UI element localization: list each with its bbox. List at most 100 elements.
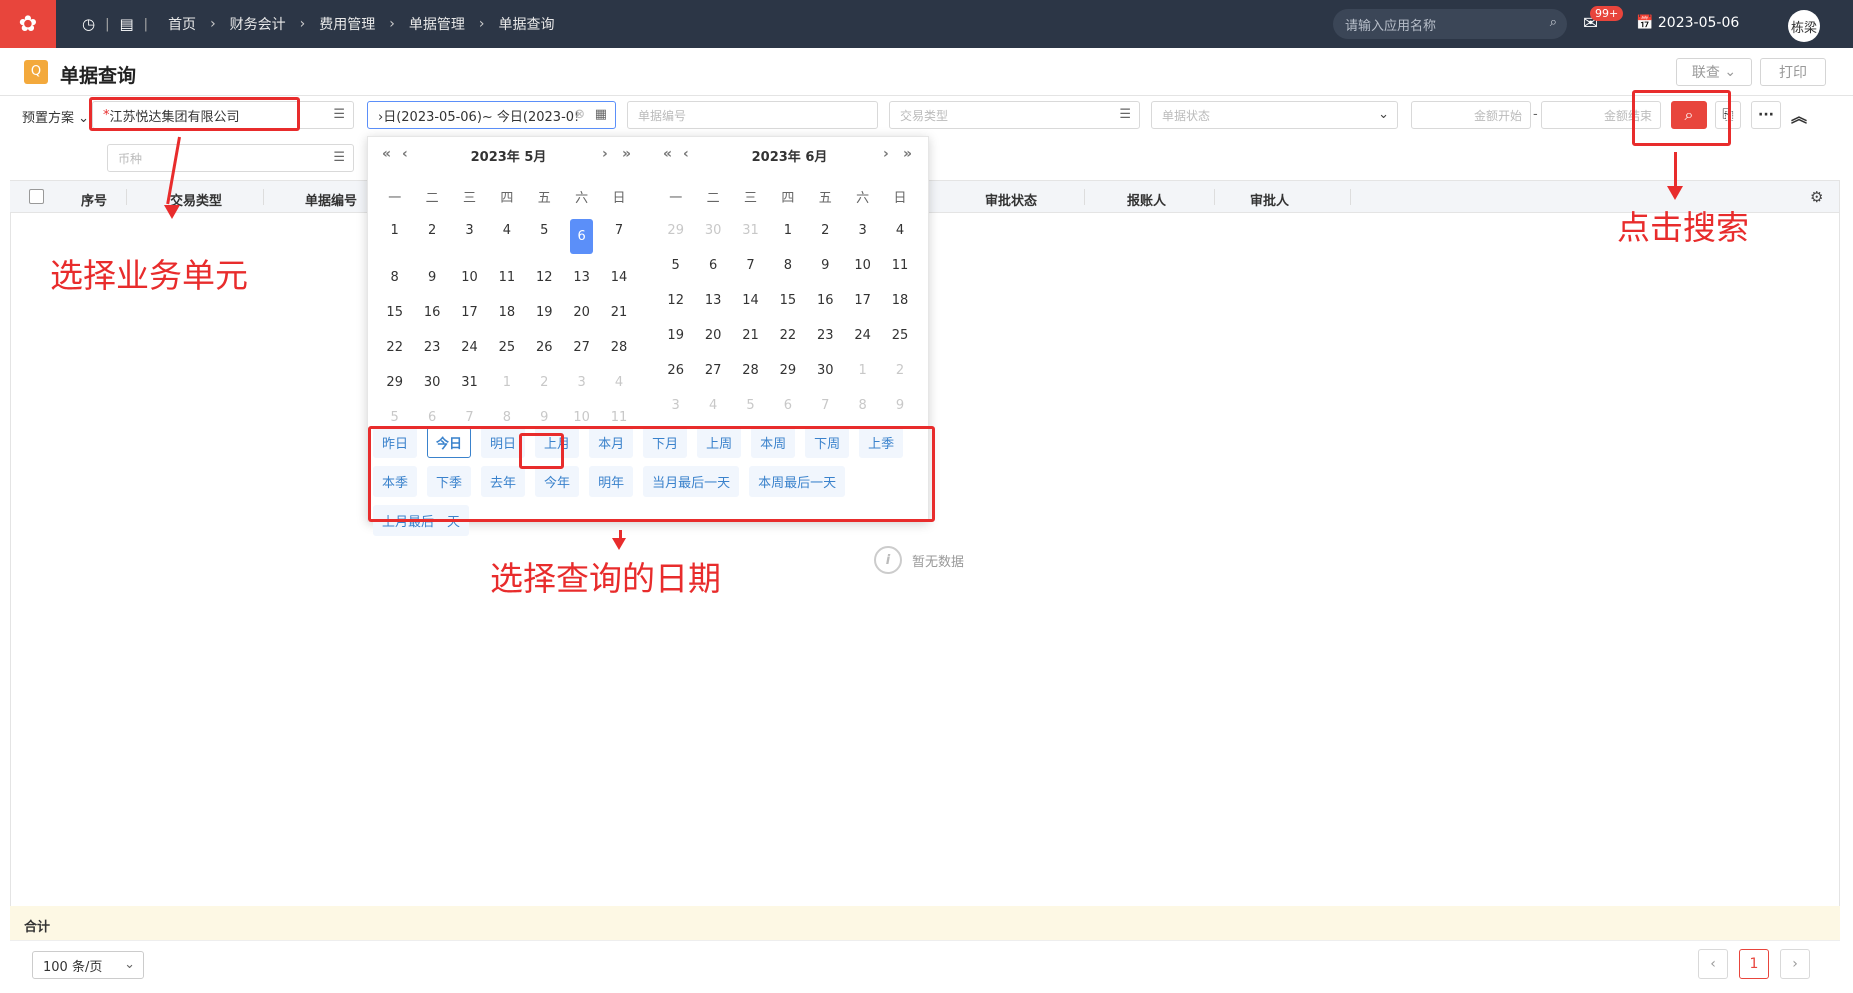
app-logo-icon[interactable]: ✿ <box>0 0 56 48</box>
day-cell[interactable]: 1 <box>769 213 806 248</box>
day-cell[interactable]: 27 <box>563 330 600 365</box>
day-cell[interactable]: 18 <box>881 283 918 318</box>
day-cell[interactable]: 9 <box>881 388 918 423</box>
day-cell[interactable]: 5 <box>732 388 769 423</box>
day-cell[interactable]: 29 <box>657 213 694 248</box>
day-cell[interactable]: 26 <box>657 353 694 388</box>
day-cell[interactable]: 6 <box>569 219 594 254</box>
day-cell[interactable]: 8 <box>769 248 806 283</box>
day-cell[interactable]: 8 <box>844 388 881 423</box>
day-cell[interactable]: 11 <box>881 248 918 283</box>
day-cell[interactable]: 1 <box>844 353 881 388</box>
day-cell[interactable]: 1 <box>488 365 525 400</box>
col-index[interactable]: 序号 <box>81 190 107 209</box>
day-cell[interactable]: 4 <box>488 213 525 248</box>
day-cell[interactable]: 3 <box>844 213 881 248</box>
day-cell[interactable]: 2 <box>881 353 918 388</box>
day-cell[interactable]: 8 <box>376 260 413 295</box>
day-cell[interactable]: 16 <box>413 295 450 330</box>
page-1-button[interactable]: 1 <box>1739 949 1769 979</box>
breadcrumb-doc-mgmt[interactable]: 单据管理 <box>409 14 465 34</box>
document-icon[interactable]: ▤ <box>119 15 133 33</box>
day-cell[interactable]: 14 <box>732 283 769 318</box>
amount-start-input[interactable]: 金额开始 <box>1411 101 1531 129</box>
day-cell[interactable]: 30 <box>694 213 731 248</box>
day-cell[interactable]: 3 <box>563 365 600 400</box>
page-size-select[interactable]: 100 条/页 ⌄ <box>32 951 144 979</box>
day-cell[interactable]: 10 <box>451 260 488 295</box>
day-cell[interactable]: 13 <box>694 283 731 318</box>
doc-number-input[interactable]: 单据编号 <box>627 101 878 129</box>
calendar-icon[interactable]: ▦ <box>595 107 607 122</box>
doc-status-select[interactable]: 单据状态 ⌄ <box>1151 101 1398 129</box>
day-cell[interactable]: 2 <box>526 365 563 400</box>
day-cell[interactable]: 12 <box>657 283 694 318</box>
day-cell[interactable]: 25 <box>488 330 525 365</box>
day-cell[interactable]: 13 <box>563 260 600 295</box>
day-cell[interactable]: 27 <box>694 353 731 388</box>
day-cell[interactable]: 24 <box>844 318 881 353</box>
day-cell[interactable]: 19 <box>526 295 563 330</box>
day-cell[interactable]: 29 <box>376 365 413 400</box>
day-cell[interactable]: 11 <box>488 260 525 295</box>
trans-type-field[interactable]: 交易类型 ☰ <box>889 101 1140 129</box>
day-cell[interactable]: 15 <box>376 295 413 330</box>
day-cell[interactable]: 17 <box>844 283 881 318</box>
currency-field[interactable]: 币种 ☰ <box>107 144 354 172</box>
print-button[interactable]: 打印 <box>1760 58 1826 86</box>
col-reporter[interactable]: 报账人 <box>1127 190 1166 209</box>
day-cell[interactable]: 25 <box>881 318 918 353</box>
day-cell[interactable]: 10 <box>844 248 881 283</box>
prev-month-icon[interactable]: ‹ <box>402 146 408 162</box>
day-cell[interactable]: 5 <box>657 248 694 283</box>
clear-icon[interactable]: ⊗ <box>574 107 585 122</box>
day-cell[interactable]: 23 <box>807 318 844 353</box>
next-page-button[interactable]: › <box>1780 949 1810 979</box>
day-cell[interactable]: 21 <box>732 318 769 353</box>
list-icon[interactable]: ☰ <box>333 150 345 165</box>
day-cell[interactable]: 16 <box>807 283 844 318</box>
day-cell[interactable]: 9 <box>413 260 450 295</box>
search-icon[interactable]: ⌕ <box>1550 15 1557 30</box>
prev-year-icon[interactable]: « <box>663 146 672 162</box>
day-cell[interactable]: 28 <box>600 330 637 365</box>
day-cell[interactable]: 15 <box>769 283 806 318</box>
day-cell[interactable]: 24 <box>451 330 488 365</box>
more-button[interactable]: ··· <box>1751 101 1781 129</box>
select-all-checkbox[interactable] <box>29 189 44 204</box>
column-settings-icon[interactable]: ⚙ <box>1810 188 1823 206</box>
day-cell[interactable]: 22 <box>769 318 806 353</box>
list-icon[interactable]: ☰ <box>1119 107 1131 122</box>
day-cell[interactable]: 4 <box>881 213 918 248</box>
day-cell[interactable]: 20 <box>563 295 600 330</box>
link-query-button[interactable]: 联查 ⌄ <box>1676 58 1752 86</box>
breadcrumb-home[interactable]: 首页 <box>168 14 196 34</box>
next-month-icon[interactable]: › <box>883 146 889 162</box>
day-cell[interactable]: 20 <box>694 318 731 353</box>
day-cell[interactable]: 7 <box>732 248 769 283</box>
day-cell[interactable]: 1 <box>376 213 413 248</box>
breadcrumb-doc-query[interactable]: 单据查询 <box>499 14 555 34</box>
day-cell[interactable]: 21 <box>600 295 637 330</box>
prev-year-icon[interactable]: « <box>382 146 391 162</box>
date-range-field[interactable]: ›日(2023-05-06)~ 今日(2023-0! ⊗ ▦ <box>367 101 616 129</box>
day-cell[interactable]: 28 <box>732 353 769 388</box>
day-cell[interactable]: 31 <box>732 213 769 248</box>
next-year-icon[interactable]: » <box>903 146 912 162</box>
preset-label[interactable]: 预置方案 ⌄ <box>22 107 89 126</box>
col-approver[interactable]: 审批人 <box>1250 190 1289 209</box>
day-cell[interactable]: 19 <box>657 318 694 353</box>
next-year-icon[interactable]: » <box>622 146 631 162</box>
day-cell[interactable]: 2 <box>807 213 844 248</box>
avatar[interactable]: 栋梁 <box>1788 10 1820 42</box>
day-cell[interactable]: 30 <box>807 353 844 388</box>
day-cell[interactable]: 29 <box>769 353 806 388</box>
collapse-button[interactable]: ︽ <box>1789 101 1809 129</box>
day-cell[interactable]: 4 <box>600 365 637 400</box>
day-cell[interactable]: 6 <box>694 248 731 283</box>
prev-page-button[interactable]: ‹ <box>1698 949 1728 979</box>
day-cell[interactable]: 18 <box>488 295 525 330</box>
col-doc-number[interactable]: 单据编号 <box>305 190 357 209</box>
day-cell[interactable]: 17 <box>451 295 488 330</box>
day-cell[interactable]: 5 <box>526 213 563 248</box>
